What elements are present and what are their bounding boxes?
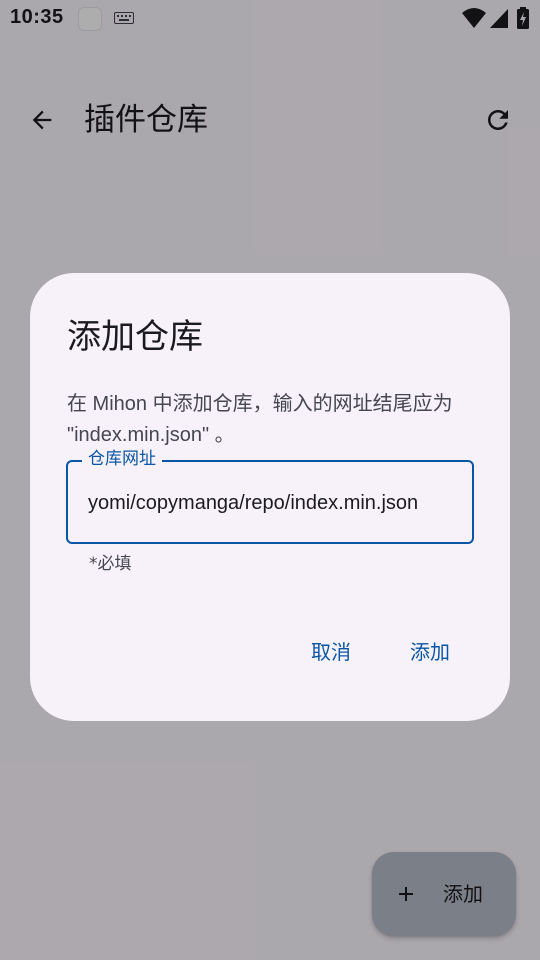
repo-url-field[interactable]: 仓库网址 yomi/copymanga/repo/index.min.json (66, 447, 474, 544)
add-button[interactable]: 添加 (401, 635, 459, 669)
repo-url-input[interactable]: yomi/copymanga/repo/index.min.json (88, 488, 460, 518)
cancel-button[interactable]: 取消 (302, 635, 360, 669)
screen: 10:35 插件仓库 添加 添加仓库 在 Mihon 中添加仓库，输入的网址结尾… (0, 0, 540, 960)
dialog-title: 添加仓库 (67, 317, 203, 357)
dialog-description-line: 在 Mihon 中添加仓库，输入的网址结尾应为 (67, 393, 453, 415)
repo-url-label: 仓库网址 (82, 447, 162, 471)
dialog-description: 在 Mihon 中添加仓库，输入的网址结尾应为 "index.min.json"… (67, 389, 487, 451)
required-hint: *必填 (89, 554, 132, 574)
add-repo-dialog: 添加仓库 在 Mihon 中添加仓库，输入的网址结尾应为 "index.min.… (30, 273, 510, 721)
